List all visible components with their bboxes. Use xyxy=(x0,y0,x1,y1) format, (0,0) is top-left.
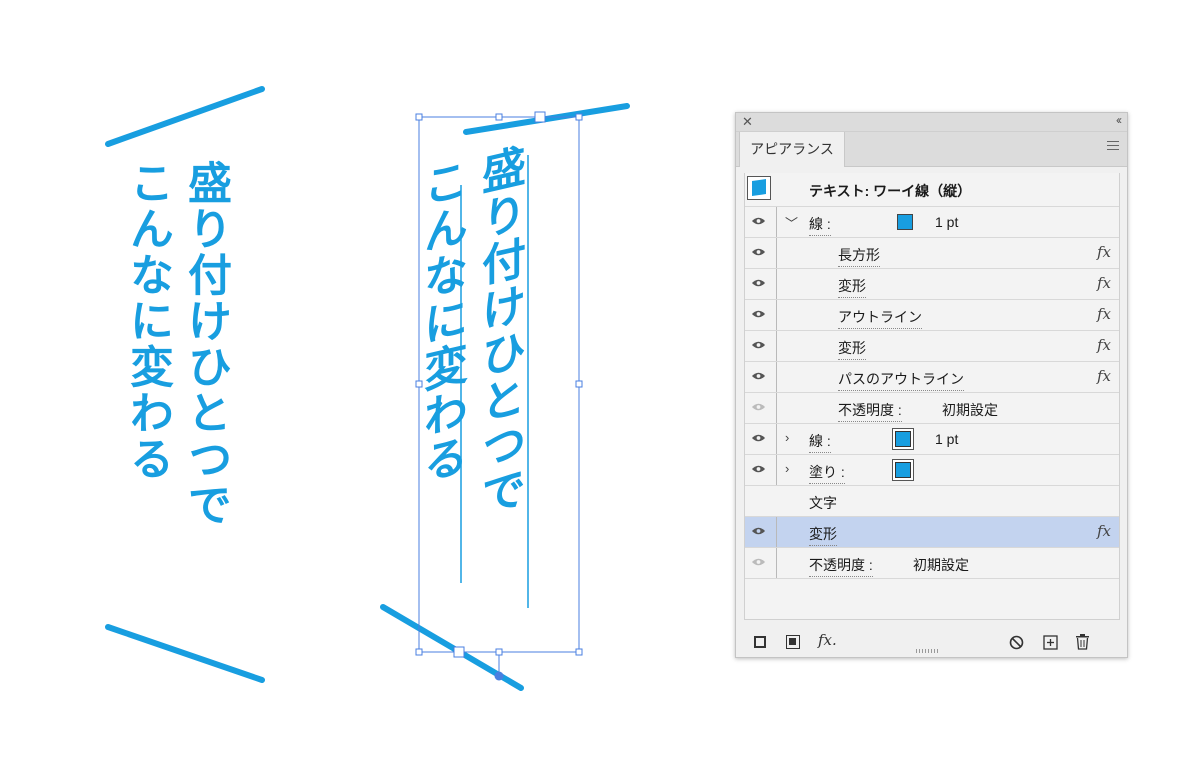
fx-icon[interactable]: fx xyxy=(1097,336,1111,354)
add-effect-fx-icon[interactable]: fx. xyxy=(818,631,837,649)
opacity-value[interactable]: 初期設定 xyxy=(942,400,998,420)
rotate-handle[interactable] xyxy=(494,671,504,681)
art-mid-line-1: 盛り付けひとつで xyxy=(474,141,525,522)
anchor-square-top[interactable] xyxy=(534,111,546,123)
trash-icon[interactable] xyxy=(1075,634,1090,650)
add-fill-icon[interactable] xyxy=(786,635,800,649)
eye-icon[interactable] xyxy=(751,557,766,567)
handle-top-left[interactable] xyxy=(415,113,423,121)
fill-swatch[interactable] xyxy=(892,459,914,481)
eye-icon[interactable] xyxy=(751,464,766,474)
stroke-label[interactable]: 線 : xyxy=(809,431,831,453)
eye-icon[interactable] xyxy=(751,216,766,226)
add-stroke-icon[interactable] xyxy=(754,636,766,648)
effect-label[interactable]: 長方形 xyxy=(838,245,880,267)
fx-icon[interactable]: fx xyxy=(1097,243,1111,261)
characters-row[interactable]: 文字 xyxy=(745,485,1119,517)
stroke-row-2[interactable]: › 線 : 1 pt xyxy=(745,423,1119,455)
eye-icon[interactable] xyxy=(751,247,766,257)
fx-icon[interactable]: fx xyxy=(1097,522,1111,540)
effect-row-transform-selected[interactable]: 変形 fx xyxy=(745,516,1119,548)
opacity-label[interactable]: 不透明度 : xyxy=(838,400,902,422)
list-end-divider xyxy=(745,578,1119,579)
eye-icon[interactable] xyxy=(751,340,766,350)
opacity-value[interactable]: 初期設定 xyxy=(913,555,969,575)
stroke-weight[interactable]: 1 pt xyxy=(935,431,958,447)
artwork-middle-text[interactable]: 盛り付けひとつで こんなに変わる xyxy=(412,141,528,536)
handle-bottom-center[interactable] xyxy=(495,648,503,656)
art-mid-line-2: こんなに変わる xyxy=(416,155,467,490)
effect-row-path-outline[interactable]: パスのアウトライン fx xyxy=(745,361,1119,393)
anchor-square-bottom[interactable] xyxy=(453,646,465,658)
duplicate-item-icon[interactable] xyxy=(1043,635,1058,650)
appearance-header-row[interactable]: テキスト: ワーイ線（縦） xyxy=(745,173,1119,205)
effect-label[interactable]: 変形 xyxy=(809,524,837,546)
opacity-row-object[interactable]: 不透明度 : 初期設定 xyxy=(745,547,1119,579)
eye-icon[interactable] xyxy=(751,433,766,443)
eye-icon[interactable] xyxy=(751,309,766,319)
effect-row-transform[interactable]: 変形 fx xyxy=(745,268,1119,300)
resize-grip[interactable] xyxy=(916,649,940,653)
art-left-line-1: 盛り付けひとつで xyxy=(180,160,231,528)
close-icon[interactable]: ✕ xyxy=(742,114,753,130)
clear-appearance-icon[interactable] xyxy=(1009,635,1024,650)
mid-top-stroke xyxy=(463,103,630,135)
chevron-right-icon[interactable]: › xyxy=(785,461,789,476)
chevron-right-icon[interactable]: › xyxy=(785,430,789,445)
opacity-row-stroke[interactable]: 不透明度 : 初期設定 xyxy=(745,392,1119,424)
stroke-label[interactable]: 線 : xyxy=(809,214,831,236)
stroke-swatch[interactable] xyxy=(892,428,914,450)
fill-row[interactable]: › 塗り : xyxy=(745,454,1119,486)
effect-row-rectangle[interactable]: 長方形 fx xyxy=(745,237,1119,269)
opacity-label[interactable]: 不透明度 : xyxy=(809,555,873,577)
handle-bottom-left[interactable] xyxy=(415,648,423,656)
chevron-down-icon[interactable]: ﹀ xyxy=(785,213,798,232)
effect-row-transform-2[interactable]: 変形 fx xyxy=(745,330,1119,362)
left-bottom-stroke xyxy=(105,624,265,683)
handle-top-right[interactable] xyxy=(575,113,583,121)
fx-icon[interactable]: fx xyxy=(1097,305,1111,323)
eye-icon[interactable] xyxy=(751,371,766,381)
fx-icon[interactable]: fx xyxy=(1097,274,1111,292)
effect-row-outline[interactable]: アウトライン fx xyxy=(745,299,1119,331)
effect-label[interactable]: アウトライン xyxy=(838,307,922,329)
panel-bottom-toolbar: fx. xyxy=(736,623,1127,655)
object-title: テキスト: ワーイ線（縦） xyxy=(809,183,972,199)
effect-label[interactable]: 変形 xyxy=(838,276,866,298)
object-thumbnail-icon xyxy=(747,176,771,200)
stroke-row[interactable]: ﹀ 線 : 1 pt xyxy=(745,206,1119,238)
eye-icon[interactable] xyxy=(751,526,766,536)
tab-appearance[interactable]: アピアランス xyxy=(739,132,845,167)
characters-label[interactable]: 文字 xyxy=(809,493,837,513)
appearance-panel: ✕ ‹‹ アピアランス テキスト: ワーイ線（縦） ﹀ 線 : 1 pt 長方形… xyxy=(735,112,1128,658)
handle-middle-right[interactable] xyxy=(575,380,583,388)
handle-top-center[interactable] xyxy=(495,113,503,121)
left-top-stroke xyxy=(105,86,265,147)
panel-menu-icon[interactable] xyxy=(1107,141,1119,150)
panel-tabbar: アピアランス xyxy=(736,132,1127,167)
art-left-line-2: こんなに変わる xyxy=(122,160,173,482)
handle-bottom-right[interactable] xyxy=(575,648,583,656)
artwork-left-text: 盛り付けひとつで こんなに変わる xyxy=(118,160,234,528)
effect-label[interactable]: パスのアウトライン xyxy=(838,369,964,391)
fx-icon[interactable]: fx xyxy=(1097,367,1111,385)
eye-icon[interactable] xyxy=(751,402,766,412)
effect-label[interactable]: 変形 xyxy=(838,338,866,360)
panel-titlebar: ✕ ‹‹ xyxy=(736,113,1127,132)
stroke-swatch[interactable] xyxy=(897,214,913,230)
fill-label[interactable]: 塗り : xyxy=(809,462,845,484)
appearance-list: テキスト: ワーイ線（縦） ﹀ 線 : 1 pt 長方形 fx 変形 fx アウ xyxy=(744,173,1120,620)
eye-icon[interactable] xyxy=(751,278,766,288)
collapse-icon[interactable]: ‹‹ xyxy=(1116,113,1122,127)
stroke-weight[interactable]: 1 pt xyxy=(935,214,958,230)
